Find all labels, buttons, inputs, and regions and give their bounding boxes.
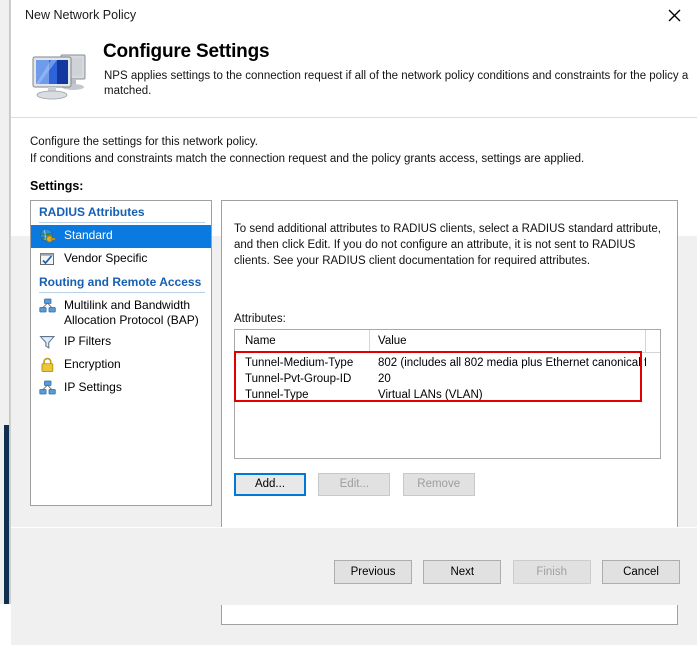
header-banner: Configure Settings NPS applies settings … <box>11 31 697 118</box>
tree-group-radius-attributes: RADIUS Attributes <box>31 201 211 225</box>
previous-button[interactable]: Previous <box>334 560 412 584</box>
checkbox-pencil-icon <box>39 251 57 268</box>
network-nodes-icon <box>39 298 57 315</box>
sidebar-item-standard[interactable]: Standard <box>31 225 211 248</box>
column-header-name[interactable]: Name <box>235 330 370 352</box>
sidebar-item-multilink-bap[interactable]: Multilink and Bandwidth Allocation Proto… <box>31 295 211 331</box>
cell-name: Tunnel-Pvt-Group-ID <box>235 373 370 385</box>
window-title: New Network Policy <box>25 8 136 22</box>
cancel-button[interactable]: Cancel <box>602 560 680 584</box>
tree-group-label: RADIUS Attributes <box>39 205 145 219</box>
table-row[interactable]: Tunnel-Pvt-Group-ID 20 <box>235 371 655 387</box>
padlock-icon <box>39 357 57 374</box>
edit-button: Edit... <box>318 473 390 496</box>
tree-group-routing-remote-access: Routing and Remote Access <box>31 271 211 295</box>
sidebar-item-label: Encryption <box>64 357 211 372</box>
intro-text: Configure the settings for this network … <box>30 134 584 168</box>
settings-label: Settings: <box>30 179 83 193</box>
header-description-line2: matched. <box>104 84 697 99</box>
header-description-line1: NPS applies settings to the connection r… <box>104 70 688 82</box>
cell-value: 802 (includes all 802 media plus Etherne… <box>370 357 646 369</box>
cell-value: Virtual LANs (VLAN) <box>370 389 646 401</box>
attributes-rows: Tunnel-Medium-Type 802 (includes all 802… <box>235 355 655 403</box>
finish-button: Finish <box>513 560 591 584</box>
intro-line2: If conditions and constraints match the … <box>30 151 584 168</box>
dialog-body: Configure the settings for this network … <box>11 118 697 528</box>
monitor-icon <box>27 43 93 105</box>
attributes-label: Attributes: <box>234 313 286 325</box>
funnel-icon <box>39 334 57 351</box>
dialog-footer: Previous Next Finish Cancel <box>11 527 697 605</box>
pane-description: To send additional attributes to RADIUS … <box>234 221 666 269</box>
sidebar-item-label: Vendor Specific <box>64 251 211 266</box>
sidebar-item-label: Multilink and Bandwidth Allocation Proto… <box>64 298 211 328</box>
close-icon <box>668 9 681 22</box>
table-header-row: Name Value <box>235 330 660 353</box>
close-button[interactable] <box>651 0 697 31</box>
table-row[interactable]: Tunnel-Medium-Type 802 (includes all 802… <box>235 355 655 371</box>
sidebar-item-label: IP Filters <box>64 334 211 349</box>
page-title: Configure Settings <box>103 41 269 63</box>
sidebar-item-label: IP Settings <box>64 380 211 395</box>
wizard-navigation: Previous Next Finish Cancel <box>326 560 680 584</box>
column-header-value[interactable]: Value <box>370 330 646 352</box>
header-description: NPS applies settings to the connection r… <box>104 69 697 99</box>
settings-tree[interactable]: RADIUS Attributes Standard <box>30 200 212 506</box>
attribute-actions: Add... Edit... Remove <box>234 473 484 496</box>
cell-name: Tunnel-Type <box>235 389 370 401</box>
divider <box>39 292 205 293</box>
add-button[interactable]: Add... <box>234 473 306 496</box>
cell-name: Tunnel-Medium-Type <box>235 357 370 369</box>
title-bar: New Network Policy <box>11 0 697 31</box>
new-network-policy-dialog: New Network Policy <box>10 0 697 604</box>
sidebar-item-label: Standard <box>64 228 211 243</box>
next-button[interactable]: Next <box>423 560 501 584</box>
network-nodes-icon <box>39 380 57 397</box>
tree-group-label: Routing and Remote Access <box>39 275 201 289</box>
cell-value: 20 <box>370 373 646 385</box>
sidebar-item-ip-settings[interactable]: IP Settings <box>31 377 211 400</box>
sidebar-item-vendor-specific[interactable]: Vendor Specific <box>31 248 211 271</box>
sidebar-item-ip-filters[interactable]: IP Filters <box>31 331 211 354</box>
globe-key-icon <box>39 228 57 245</box>
column-header-extra[interactable] <box>646 330 660 352</box>
intro-line1: Configure the settings for this network … <box>30 134 584 151</box>
sidebar-item-encryption[interactable]: Encryption <box>31 354 211 377</box>
remove-button: Remove <box>403 473 475 496</box>
divider <box>39 222 205 223</box>
table-row[interactable]: Tunnel-Type Virtual LANs (VLAN) <box>235 387 655 403</box>
